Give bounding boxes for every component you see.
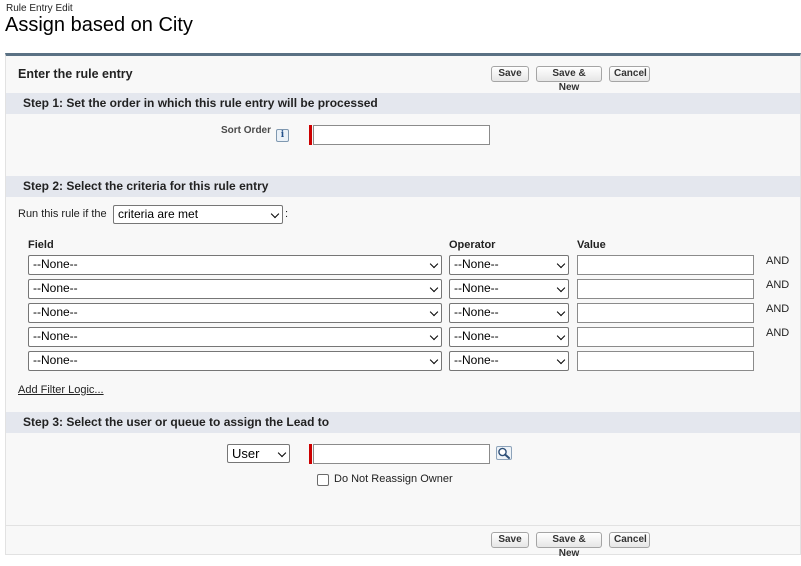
operator-select-3[interactable]: --None-- (449, 303, 569, 323)
info-icon[interactable]: i (276, 129, 289, 142)
operator-select-value: --None-- (454, 281, 499, 295)
add-filter-logic-link[interactable]: Add Filter Logic... (18, 384, 104, 396)
value-input-2[interactable] (577, 279, 754, 299)
operator-select-value: --None-- (454, 329, 499, 343)
step1-header: Step 1: Set the order in which this rule… (6, 93, 800, 114)
conjunction-and: AND (766, 327, 790, 339)
chevron-down-icon (556, 331, 566, 341)
assignee-type-select[interactable]: User (227, 444, 290, 463)
run-rule-label: Run this rule if the (18, 208, 107, 220)
criteria-select[interactable]: criteria are met (113, 205, 283, 224)
column-header-operator: Operator (449, 239, 496, 251)
conjunction-and: AND (766, 255, 790, 267)
field-select-4[interactable]: --None-- (28, 327, 442, 347)
operator-select-value: --None-- (454, 305, 499, 319)
assignee-input[interactable] (313, 444, 490, 464)
sort-order-label: Sort Order (221, 125, 272, 136)
footer-divider (6, 525, 800, 526)
required-indicator (309, 444, 312, 464)
value-input-1[interactable] (577, 255, 754, 275)
column-header-value: Value (577, 239, 606, 251)
operator-select-2[interactable]: --None-- (449, 279, 569, 299)
chevron-down-icon (556, 259, 566, 269)
column-header-field: Field (28, 239, 54, 251)
chevron-down-icon (556, 283, 566, 293)
panel-title: Enter the rule entry (18, 67, 133, 81)
assignee-type-value: User (232, 446, 260, 461)
field-select-value: --None-- (33, 281, 78, 295)
field-select-value: --None-- (33, 257, 78, 271)
field-select-value: --None-- (33, 329, 78, 343)
criteria-colon: : (285, 208, 289, 220)
page-pretitle: Rule Entry Edit (6, 3, 73, 14)
chevron-down-icon (277, 448, 287, 458)
conjunction-and: AND (766, 303, 790, 315)
chevron-down-icon (429, 259, 439, 269)
do-not-reassign-checkbox[interactable] (317, 474, 329, 486)
field-select-2[interactable]: --None-- (28, 279, 442, 299)
save-new-button-top[interactable]: Save & New (536, 66, 602, 93)
do-not-reassign-label: Do Not Reassign Owner (334, 473, 453, 485)
chevron-down-icon (429, 307, 439, 317)
magnifier-lookup-icon[interactable] (496, 446, 512, 460)
value-input-4[interactable] (577, 327, 754, 347)
save-button-top[interactable]: Save (491, 66, 529, 82)
step3-header: Step 3: Select the user or queue to assi… (6, 412, 800, 433)
page-title: Assign based on City (5, 14, 193, 36)
required-indicator (309, 125, 312, 145)
operator-select-value: --None-- (454, 353, 499, 367)
operator-select-1[interactable]: --None-- (449, 255, 569, 275)
chevron-down-icon (429, 355, 439, 365)
field-select-3[interactable]: --None-- (28, 303, 442, 323)
operator-select-value: --None-- (454, 257, 499, 271)
step2-header: Step 2: Select the criteria for this rul… (6, 176, 800, 197)
field-select-value: --None-- (33, 353, 78, 367)
chevron-down-icon (429, 331, 439, 341)
chevron-down-icon (429, 283, 439, 293)
sort-order-input[interactable] (313, 125, 490, 145)
operator-select-4[interactable]: --None-- (449, 327, 569, 347)
save-new-button-bottom[interactable]: Save & New (536, 532, 602, 559)
save-button-bottom[interactable]: Save (491, 532, 529, 548)
field-select-5[interactable]: --None-- (28, 351, 442, 371)
operator-select-5[interactable]: --None-- (449, 351, 569, 371)
conjunction-and: AND (766, 279, 790, 291)
field-select-1[interactable]: --None-- (28, 255, 442, 275)
chevron-down-icon (270, 209, 280, 219)
field-select-value: --None-- (33, 305, 78, 319)
chevron-down-icon (556, 355, 566, 365)
cancel-button-top[interactable]: Cancel (609, 66, 650, 82)
value-input-5[interactable] (577, 351, 754, 371)
value-input-3[interactable] (577, 303, 754, 323)
cancel-button-bottom[interactable]: Cancel (609, 532, 650, 548)
criteria-select-value: criteria are met (118, 207, 199, 221)
chevron-down-icon (556, 307, 566, 317)
